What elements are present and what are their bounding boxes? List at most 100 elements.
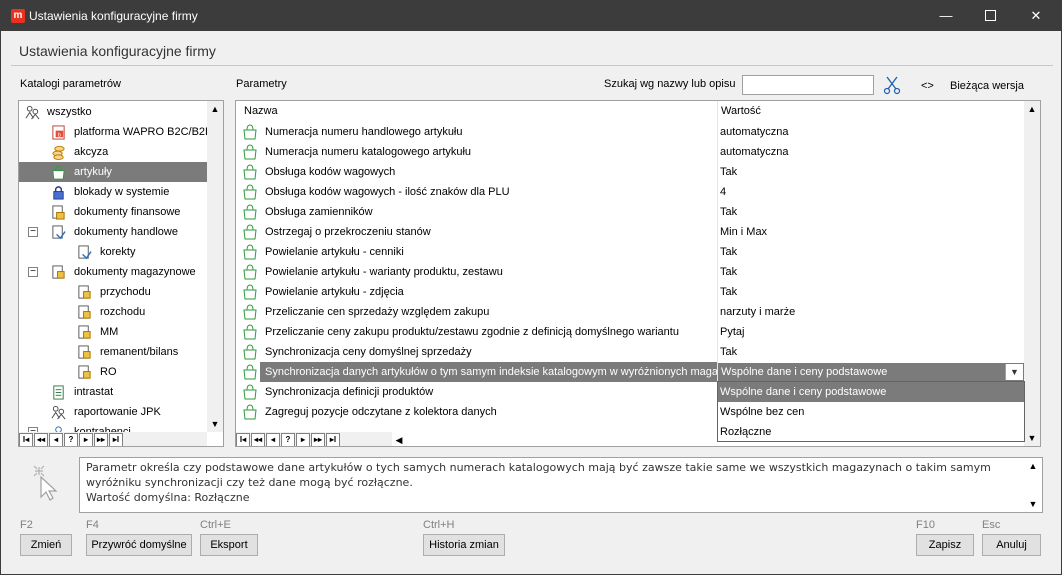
row-value[interactable]: Tak [720,282,1020,302]
catalog-tree[interactable]: wszystko b platforma WAPRO B2C/B2B akcyz… [18,100,224,447]
scroll-up-icon[interactable]: ▲ [1024,101,1040,117]
nav-last-button[interactable]: ▸I [109,433,123,446]
dropdown-option[interactable]: Wspólne bez cen [718,402,1024,422]
search-input[interactable] [742,75,874,95]
scroll-down-icon[interactable]: ▼ [207,416,223,432]
tree-item-remanent[interactable]: remanent/bilans [19,342,207,362]
nav-prev-button[interactable]: ◂ [49,433,63,446]
nav-next-button[interactable]: ▸ [296,433,310,446]
row-value[interactable]: Tak [720,202,1020,222]
scroll-left-icon[interactable]: ◀ [392,432,406,446]
scroll-up-icon[interactable]: ▲ [1025,458,1041,474]
description-scrollbar[interactable]: ▲ ▼ [1025,458,1041,512]
nav-next-button[interactable]: ▸ [79,433,93,446]
nav-prev-button[interactable]: ◂ [266,433,280,446]
nav-prev-page-button[interactable]: ◂◂ [251,433,265,446]
bag-icon [52,165,65,180]
collapse-toggle[interactable]: − [28,227,38,237]
dropdown-option[interactable]: Wspólne dane i ceny podstawowe [718,382,1024,402]
table-row[interactable]: Przeliczanie ceny zakupu produktu/zestaw… [236,322,1023,342]
tree-item-intrastat[interactable]: intrastat [19,382,207,402]
row-value[interactable]: narzuty i marże [720,302,1020,322]
tree-item-raportowanie-jpk[interactable]: raportowanie JPK [19,402,207,422]
tree-item-label: wszystko [47,106,92,118]
table-row[interactable]: Ostrzegaj o przekroczeniu stanów Min i M… [236,222,1023,242]
table-row[interactable]: Obsługa zamienników Tak [236,202,1023,222]
table-row[interactable]: Powielanie artykułu - warianty produktu,… [236,262,1023,282]
close-button[interactable]: ✕ [1013,1,1059,31]
tree-item-artykuly[interactable]: artykuły [19,162,207,182]
dropdown-option[interactable]: Rozłączne [718,422,1024,442]
table-row[interactable]: Numeracja numeru katalogowego artykułu a… [236,142,1023,162]
table-row[interactable]: Obsługa kodów wagowych Tak [236,162,1023,182]
clear-search-button[interactable] [881,75,903,95]
restore-defaults-button[interactable]: Przywróć domyślne [86,534,192,556]
column-header-value[interactable]: Wartość [721,101,761,121]
tree-item-przychodu[interactable]: przychodu [19,282,207,302]
nav-next-page-button[interactable]: ▸▸ [311,433,325,446]
row-value[interactable]: Tak [720,342,1020,362]
tree-item-korekty[interactable]: korekty [19,242,207,262]
tree-item-dokumenty-finansowe[interactable]: dokumenty finansowe [19,202,207,222]
collapse-toggle[interactable]: − [28,267,38,277]
export-button[interactable]: Eksport [200,534,258,556]
scroll-up-icon[interactable]: ▲ [207,101,223,117]
cancel-button[interactable]: Anuluj [982,534,1041,556]
tree-item-platforma[interactable]: b platforma WAPRO B2C/B2B [19,122,212,142]
tree-item-akcyza[interactable]: akcyza [19,142,207,162]
tree-item-label: akcyza [74,146,109,158]
tree-item-label: korekty [100,246,136,258]
row-value[interactable]: Min i Max [720,222,1020,242]
column-header-name[interactable]: Nazwa [244,101,278,121]
row-value[interactable]: Tak [720,262,1020,282]
zmien-button[interactable]: Zmień [20,534,72,556]
grid-vertical-scrollbar[interactable]: ▲ ▼ [1024,101,1040,446]
table-row[interactable]: Powielanie artykułu - zdjęcia Tak [236,282,1023,302]
version-compare-button[interactable]: <> [921,80,934,92]
table-row[interactable]: Przeliczanie cen sprzedaży względem zaku… [236,302,1023,322]
table-row[interactable]: Numeracja numeru handlowego artykułu aut… [236,122,1023,142]
value-combobox[interactable]: Wspólne dane i ceny podstawowe ▼ [718,363,1024,381]
history-button[interactable]: Historia zmian [423,534,505,556]
nav-help-button[interactable]: ? [64,433,78,446]
row-name: Ostrzegaj o przekroczeniu stanów [265,226,431,238]
doc-icon [78,285,91,299]
tree-item-ro[interactable]: RO [19,362,207,382]
row-value[interactable]: Pytaj [720,322,1020,342]
row-name: Powielanie artykułu - zdjęcia [265,286,404,298]
row-value[interactable]: Tak [720,242,1020,262]
maximize-button[interactable] [967,1,1013,31]
nav-prev-page-button[interactable]: ◂◂ [34,433,48,446]
nav-first-button[interactable]: I◂ [19,433,33,446]
tree-item-label: raportowanie JPK [74,406,161,418]
combobox-value: Wspólne dane i ceny podstawowe [721,366,888,378]
table-row[interactable]: Synchronizacja ceny domyślnej sprzedaży … [236,342,1023,362]
tree-item-wszystko[interactable]: wszystko [19,102,207,122]
tree-vertical-scrollbar[interactable]: ▲ ▼ [207,101,223,432]
nav-help-button[interactable]: ? [281,433,295,446]
intrastat-icon [53,385,64,400]
row-value[interactable]: 4 [720,182,1020,202]
current-version-label[interactable]: Bieżąca wersja [950,80,1024,92]
row-name: Obsługa kodów wagowych - ilość znaków dl… [265,186,510,198]
row-value[interactable]: automatyczna [720,122,1020,142]
shortcut-label: Ctrl+H [423,519,455,531]
nav-next-page-button[interactable]: ▸▸ [94,433,108,446]
minimize-button[interactable]: — [923,1,969,31]
scroll-down-icon[interactable]: ▼ [1025,496,1041,512]
row-value[interactable]: Tak [720,162,1020,182]
chevron-down-icon[interactable]: ▼ [1005,364,1023,380]
tree-item-rozchodu[interactable]: rozchodu [19,302,207,322]
scroll-down-icon[interactable]: ▼ [1024,430,1040,446]
nav-first-button[interactable]: I◂ [236,433,250,446]
tree-item-dokumenty-magazynowe[interactable]: − dokumenty magazynowe [19,262,207,282]
row-value[interactable]: automatyczna [720,142,1020,162]
save-button[interactable]: Zapisz [916,534,974,556]
value-dropdown-list[interactable]: Wspólne dane i ceny podstawowe Wspólne b… [717,381,1025,442]
table-row[interactable]: Powielanie artykułu - cenniki Tak [236,242,1023,262]
tree-item-mm[interactable]: MM [19,322,207,342]
nav-last-button[interactable]: ▸I [326,433,340,446]
tree-item-dokumenty-handlowe[interactable]: − dokumenty handlowe [19,222,207,242]
tree-item-blokady[interactable]: blokady w systemie [19,182,207,202]
table-row[interactable]: Obsługa kodów wagowych - ilość znaków dl… [236,182,1023,202]
